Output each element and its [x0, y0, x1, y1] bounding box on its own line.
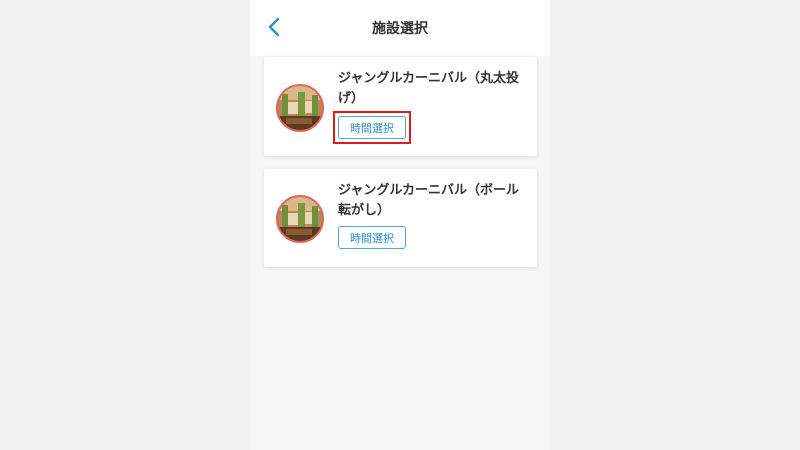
facility-thumbnail: [276, 195, 324, 243]
select-time-button[interactable]: 時間選択: [338, 116, 406, 139]
facility-name: ジャングルカーニバル（丸太投げ）: [338, 71, 519, 106]
phone-screen: 施設選択 ジャングルカーニバル（丸太投げ） 時間選択 ジャングルカーニバル（ボー…: [250, 0, 550, 450]
facility-card: ジャングルカーニバル（丸太投げ） 時間選択: [264, 57, 537, 156]
facility-thumbnail: [276, 83, 324, 132]
facility-list: ジャングルカーニバル（丸太投げ） 時間選択 ジャングルカーニバル（ボール転がし）…: [264, 57, 537, 267]
facility-name: ジャングルカーニバル（ボール転がし）: [338, 183, 519, 218]
facility-card: ジャングルカーニバル（ボール転がし） 時間選択: [264, 169, 537, 267]
select-time-button[interactable]: 時間選択: [338, 226, 406, 249]
page-title: 施設選択: [372, 21, 428, 37]
header-bar: 施設選択: [250, 0, 550, 56]
